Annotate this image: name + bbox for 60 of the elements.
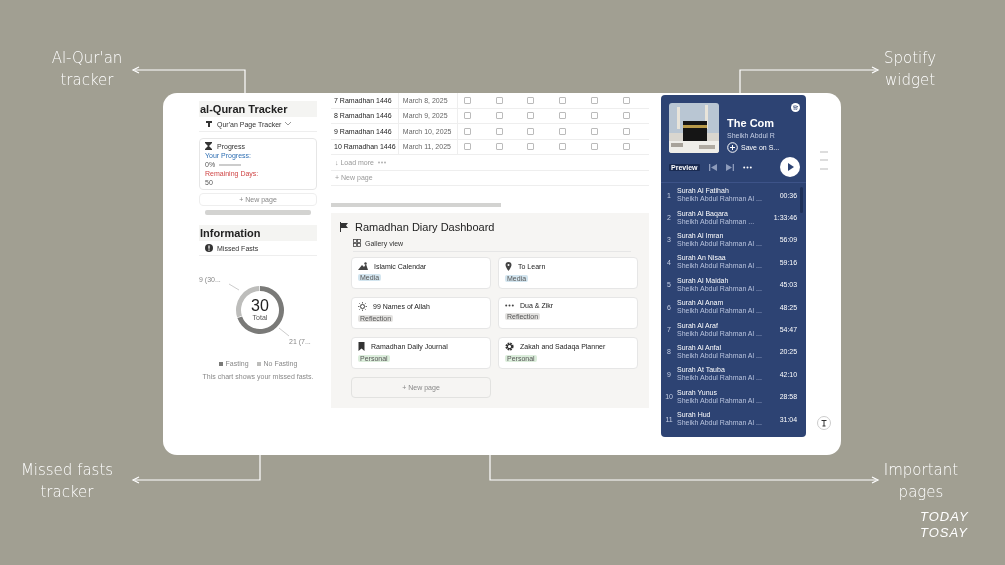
grid-icon (353, 239, 362, 247)
gear-icon (505, 342, 515, 351)
checkbox[interactable] (495, 96, 503, 104)
checkbox[interactable] (527, 143, 535, 151)
figure-icon[interactable] (816, 416, 831, 430)
landscape-icon (358, 262, 369, 270)
alert-icon (205, 244, 213, 252)
checkbox[interactable] (623, 96, 631, 104)
flag-icon (339, 222, 350, 232)
checkbox[interactable] (495, 127, 503, 135)
checkbox[interactable] (591, 96, 599, 104)
add-icon (727, 142, 739, 153)
checkbox[interactable] (559, 127, 567, 135)
chevron-icon (285, 122, 292, 126)
checkbox[interactable] (495, 143, 503, 151)
checkbox[interactable] (527, 96, 535, 104)
album-title: The Com (727, 117, 776, 129)
checkbox[interactable] (463, 143, 471, 151)
checkbox[interactable] (527, 127, 535, 135)
checkbox[interactable] (463, 112, 471, 120)
callout-label: Missed fasts tracker (19, 460, 115, 503)
dashboard-title: Ramadhan Diary Dashboard (355, 221, 495, 233)
scrollbar[interactable] (331, 203, 502, 207)
more-icon (377, 160, 386, 164)
section-heading: al-Quran Tracker (199, 101, 318, 117)
bookmark-icon (358, 342, 366, 351)
checkbox[interactable] (559, 96, 567, 104)
more-icon (505, 304, 515, 307)
sun-icon (358, 302, 368, 311)
previous-icon[interactable] (708, 163, 717, 171)
scrollbar[interactable] (205, 210, 312, 215)
callout-label: Spotify widget (882, 48, 938, 91)
more-icon[interactable] (742, 165, 752, 169)
checkbox[interactable] (463, 96, 471, 104)
checkbox[interactable] (591, 143, 599, 151)
checkbox[interactable] (463, 127, 471, 135)
checkbox[interactable] (495, 112, 503, 120)
callout-label: Important pages (882, 460, 960, 503)
section-heading: Information (199, 225, 318, 241)
leader-line (278, 327, 290, 337)
checkbox[interactable] (591, 127, 599, 135)
checkbox[interactable] (623, 143, 631, 151)
checkbox[interactable] (623, 127, 631, 135)
logo-text: TOSAY (920, 525, 969, 541)
outline-icon[interactable] (819, 151, 828, 171)
checkbox[interactable] (591, 112, 599, 120)
checkbox[interactable] (559, 143, 567, 151)
logo-text: TODAY (920, 509, 969, 525)
play-button[interactable] (780, 157, 801, 177)
hourglass-icon (205, 142, 212, 150)
total-value: 30 (251, 298, 269, 314)
checkbox[interactable] (623, 112, 631, 120)
music-logo-icon (791, 103, 801, 112)
callout-label: Al-Qur'an tracker (50, 48, 124, 91)
checkbox[interactable] (559, 112, 567, 120)
next-icon[interactable] (725, 163, 734, 171)
leader-line (228, 283, 240, 291)
legend-swatch (218, 361, 223, 366)
legend-swatch (256, 361, 261, 366)
checkbox[interactable] (527, 112, 535, 120)
